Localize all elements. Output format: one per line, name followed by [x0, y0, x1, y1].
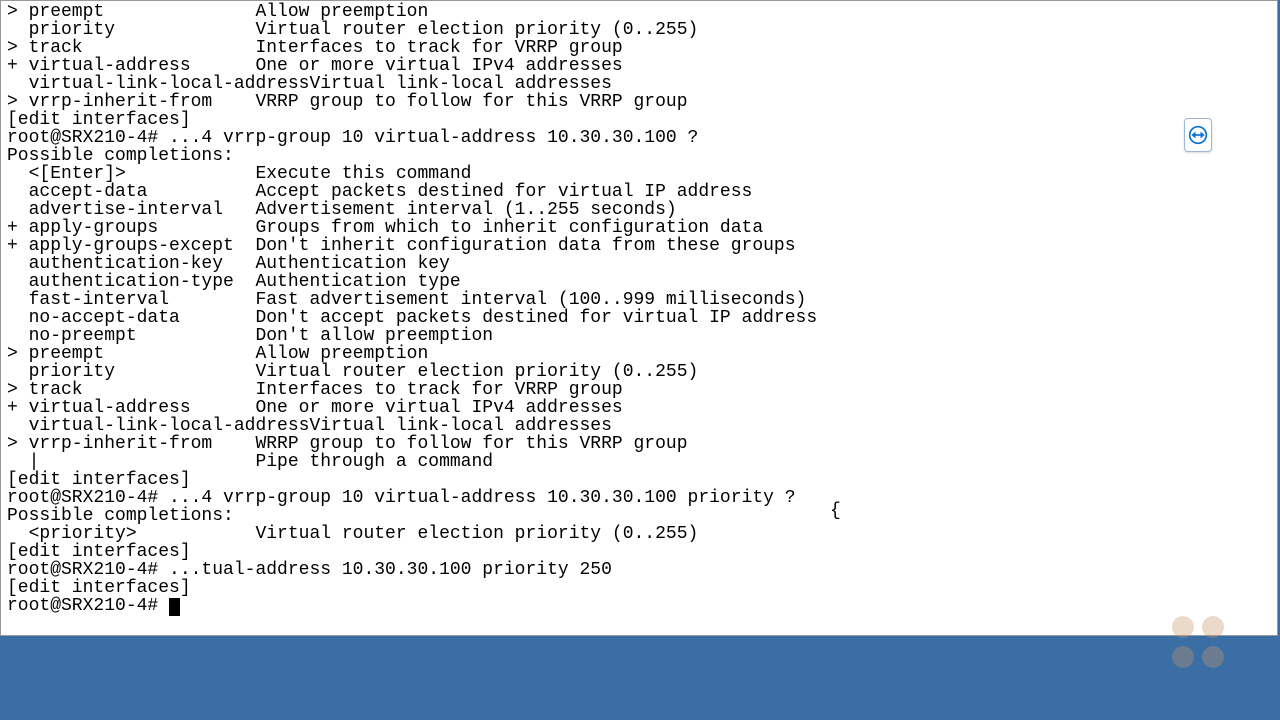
terminal-window[interactable]: > preempt Allow preemption priority Virt… [0, 0, 1278, 636]
terminal-line: priority Virtual router election priorit… [7, 363, 1271, 381]
terminal-line: <[Enter]> Execute this command [7, 165, 1271, 183]
terminal-line: no-preempt Don't allow preemption [7, 327, 1271, 345]
terminal-line: + virtual-address One or more virtual IP… [7, 399, 1271, 417]
prompt-text: root@SRX210-4# [7, 596, 169, 616]
terminal-line: accept-data Accept packets destined for … [7, 183, 1271, 201]
terminal-line: > preempt Allow preemption [7, 3, 1271, 21]
terminal-output[interactable]: > preempt Allow preemption priority Virt… [1, 1, 1277, 618]
terminal-line: > vrrp-inherit-from WRRP group to follow… [7, 435, 1271, 453]
terminal-line: > preempt Allow preemption [7, 345, 1271, 363]
watermark-dots-icon [1172, 616, 1232, 668]
terminal-line: priority Virtual router election priorit… [7, 21, 1271, 39]
terminal-line: > track Interfaces to track for VRRP gro… [7, 39, 1271, 57]
terminal-line: virtual-link-local-addressVirtual link-l… [7, 417, 1271, 435]
terminal-line: <priority> Virtual router election prior… [7, 525, 1271, 543]
terminal-line: | Pipe through a command [7, 453, 1271, 471]
terminal-prompt[interactable]: root@SRX210-4# [7, 597, 1271, 616]
terminal-line: [edit interfaces] [7, 111, 1271, 129]
terminal-line: [edit interfaces] [7, 579, 1271, 597]
terminal-line: no-accept-data Don't accept packets dest… [7, 309, 1271, 327]
terminal-line: + apply-groups-except Don't inherit conf… [7, 237, 1271, 255]
terminal-line: Possible completions: [7, 147, 1271, 165]
terminal-line: root@SRX210-4# ...4 vrrp-group 10 virtua… [7, 489, 1271, 507]
terminal-line: virtual-link-local-addressVirtual link-l… [7, 75, 1271, 93]
terminal-line: advertise-interval Advertisement interva… [7, 201, 1271, 219]
terminal-line: + apply-groups Groups from which to inhe… [7, 219, 1271, 237]
teamviewer-badge-icon[interactable] [1184, 118, 1212, 152]
terminal-line: root@SRX210-4# ...tual-address 10.30.30.… [7, 561, 1271, 579]
terminal-line: fast-interval Fast advertisement interva… [7, 291, 1271, 309]
terminal-line: > vrrp-inherit-from VRRP group to follow… [7, 93, 1271, 111]
terminal-line: > track Interfaces to track for VRRP gro… [7, 381, 1271, 399]
cursor-block-icon [169, 598, 180, 616]
terminal-line: [edit interfaces] [7, 471, 1271, 489]
terminal-line: authentication-key Authentication key [7, 255, 1271, 273]
terminal-line: Possible completions: [7, 507, 1271, 525]
text-caret-mark: { [830, 501, 841, 521]
terminal-line: [edit interfaces] [7, 543, 1271, 561]
terminal-line: root@SRX210-4# ...4 vrrp-group 10 virtua… [7, 129, 1271, 147]
terminal-line: authentication-type Authentication type [7, 273, 1271, 291]
terminal-line: + virtual-address One or more virtual IP… [7, 57, 1271, 75]
